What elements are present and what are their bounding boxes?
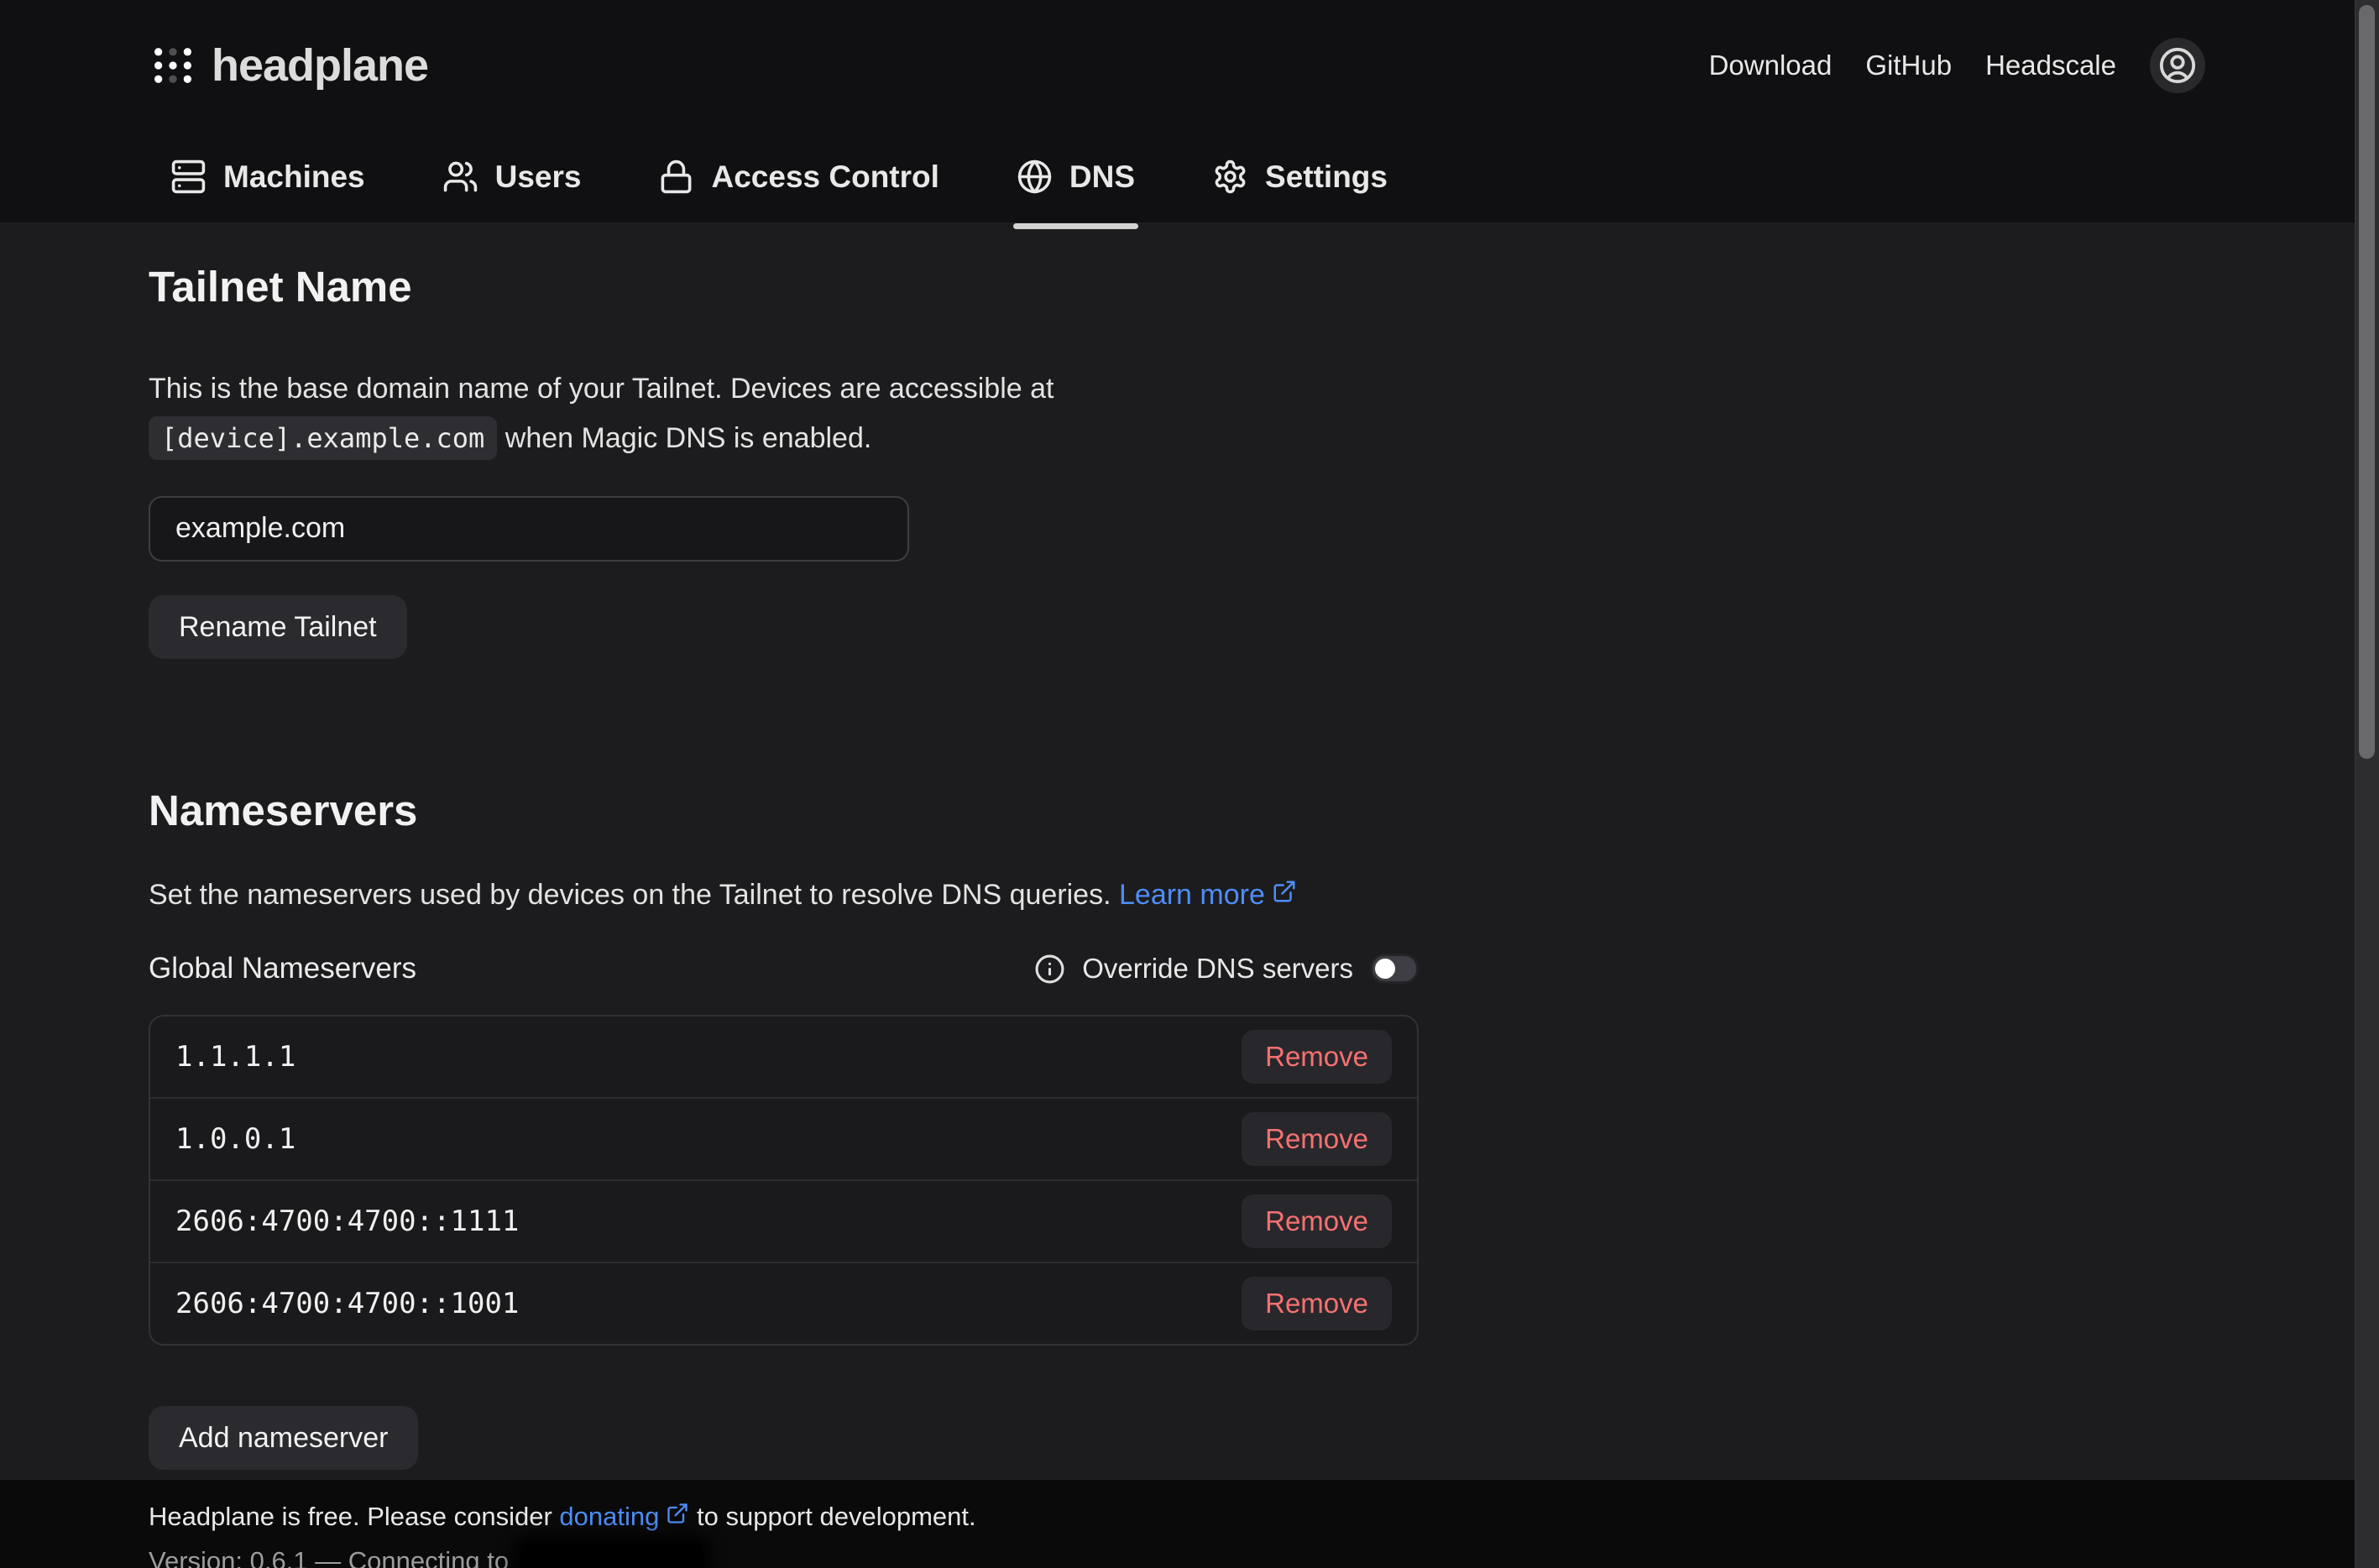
tab-machines[interactable]: Machines — [170, 124, 365, 229]
footer-message-before: Headplane is free. Please consider — [149, 1502, 552, 1531]
remove-button[interactable]: Remove — [1242, 1112, 1392, 1166]
external-link-icon — [659, 1502, 689, 1525]
footer: Headplane is free. Please consider donat… — [0, 1480, 2379, 1568]
brand-name: headplane — [212, 39, 428, 91]
tab-settings[interactable]: Settings — [1212, 124, 1388, 229]
tab-dns[interactable]: DNS — [1017, 124, 1135, 229]
override-dns-toggle[interactable] — [1370, 954, 1419, 984]
inline-code-domain: [device].example.com — [149, 416, 497, 460]
tailnet-description: This is the base domain name of your Tai… — [149, 364, 1131, 464]
header-top: headplane Download GitHub Headscale — [154, 0, 2205, 124]
nameservers-description: Set the nameservers used by devices on t… — [149, 879, 2228, 912]
nav-link-headscale[interactable]: Headscale — [1985, 50, 2116, 81]
add-nameserver-button[interactable]: Add nameserver — [149, 1406, 418, 1470]
global-nameservers-label: Global Nameservers — [149, 952, 416, 985]
headplane-dns-page: headplane Download GitHub Headscale — [0, 0, 2379, 1568]
version-text: Version: 0.6.1 — Connecting to — [149, 1546, 509, 1568]
tailnet-title: Tailnet Name — [149, 263, 2228, 312]
avatar-button[interactable] — [2150, 38, 2205, 93]
override-dns-label: Override DNS servers — [1082, 953, 1353, 985]
nameserver-address: 1.1.1.1 — [175, 1040, 295, 1074]
remove-button[interactable]: Remove — [1242, 1030, 1392, 1084]
tab-label: Access Control — [711, 159, 939, 195]
tab-label: DNS — [1069, 159, 1135, 195]
tab-users[interactable]: Users — [442, 124, 582, 229]
toggle-knob — [1375, 959, 1395, 979]
tailnet-description-after: when Magic DNS is enabled. — [505, 422, 872, 454]
header-nav: Download GitHub Headscale — [1709, 38, 2205, 93]
table-row: 2606:4700:4700::1001 Remove — [150, 1262, 1417, 1344]
table-row: 1.0.0.1 Remove — [150, 1097, 1417, 1179]
tab-label: Machines — [223, 159, 365, 195]
nav-link-download[interactable]: Download — [1709, 50, 1833, 81]
tailnet-name-input[interactable] — [149, 496, 909, 562]
nav-link-github[interactable]: GitHub — [1865, 50, 1952, 81]
headplane-logo-icon — [154, 48, 191, 83]
global-nameservers-row: Global Nameservers Override DNS servers — [149, 952, 1419, 985]
tab-access-control[interactable]: Access Control — [658, 124, 939, 229]
override-dns-group: Override DNS servers — [1034, 953, 1419, 985]
nameservers-table: 1.1.1.1 Remove 1.0.0.1 Remove 2606:4700:… — [149, 1015, 1419, 1346]
tailnet-description-before: This is the base domain name of your Tai… — [149, 373, 1054, 405]
footer-message-after: to support development. — [697, 1502, 976, 1531]
nameserver-address: 2606:4700:4700::1111 — [175, 1205, 519, 1238]
tab-label: Settings — [1265, 159, 1388, 195]
users-icon — [442, 159, 478, 195]
header: headplane Download GitHub Headscale — [0, 0, 2379, 222]
rename-tailnet-button[interactable]: Rename Tailnet — [149, 595, 407, 659]
nameservers-title: Nameservers — [149, 787, 2228, 836]
footer-message: Headplane is free. Please consider donat… — [149, 1502, 2228, 1532]
table-row: 1.1.1.1 Remove — [150, 1017, 1417, 1097]
tailnet-section: Tailnet Name This is the base domain nam… — [149, 263, 2228, 659]
tab-label: Users — [495, 159, 582, 195]
learn-more-link[interactable]: Learn more — [1119, 879, 1265, 911]
remove-button[interactable]: Remove — [1242, 1194, 1392, 1248]
remove-button[interactable]: Remove — [1242, 1277, 1392, 1330]
globe-icon — [1017, 159, 1053, 195]
server-icon — [170, 159, 207, 195]
brand: headplane — [154, 39, 428, 91]
footer-version-row: Version: 0.6.1 — Connecting to — [149, 1544, 2228, 1568]
external-link-icon — [1265, 879, 1297, 904]
nameservers-section: Nameservers Set the nameservers used by … — [149, 787, 2228, 1471]
user-circle-icon — [2158, 46, 2197, 85]
main-content: Tailnet Name This is the base domain nam… — [0, 222, 2379, 1470]
nameservers-description-text: Set the nameservers used by devices on t… — [149, 879, 1111, 911]
scrollbar-thumb[interactable] — [2359, 5, 2375, 759]
scrollbar-track[interactable] — [2355, 0, 2379, 1568]
tab-bar: Machines Users — [170, 124, 2205, 229]
redacted-server-address — [520, 1544, 703, 1568]
info-icon[interactable] — [1034, 954, 1065, 985]
lock-icon — [658, 159, 694, 195]
donate-link[interactable]: donating — [559, 1502, 659, 1531]
table-row: 2606:4700:4700::1111 Remove — [150, 1179, 1417, 1262]
nameserver-address: 2606:4700:4700::1001 — [175, 1287, 519, 1320]
nameserver-address: 1.0.0.1 — [175, 1122, 295, 1156]
gear-icon — [1212, 159, 1248, 195]
